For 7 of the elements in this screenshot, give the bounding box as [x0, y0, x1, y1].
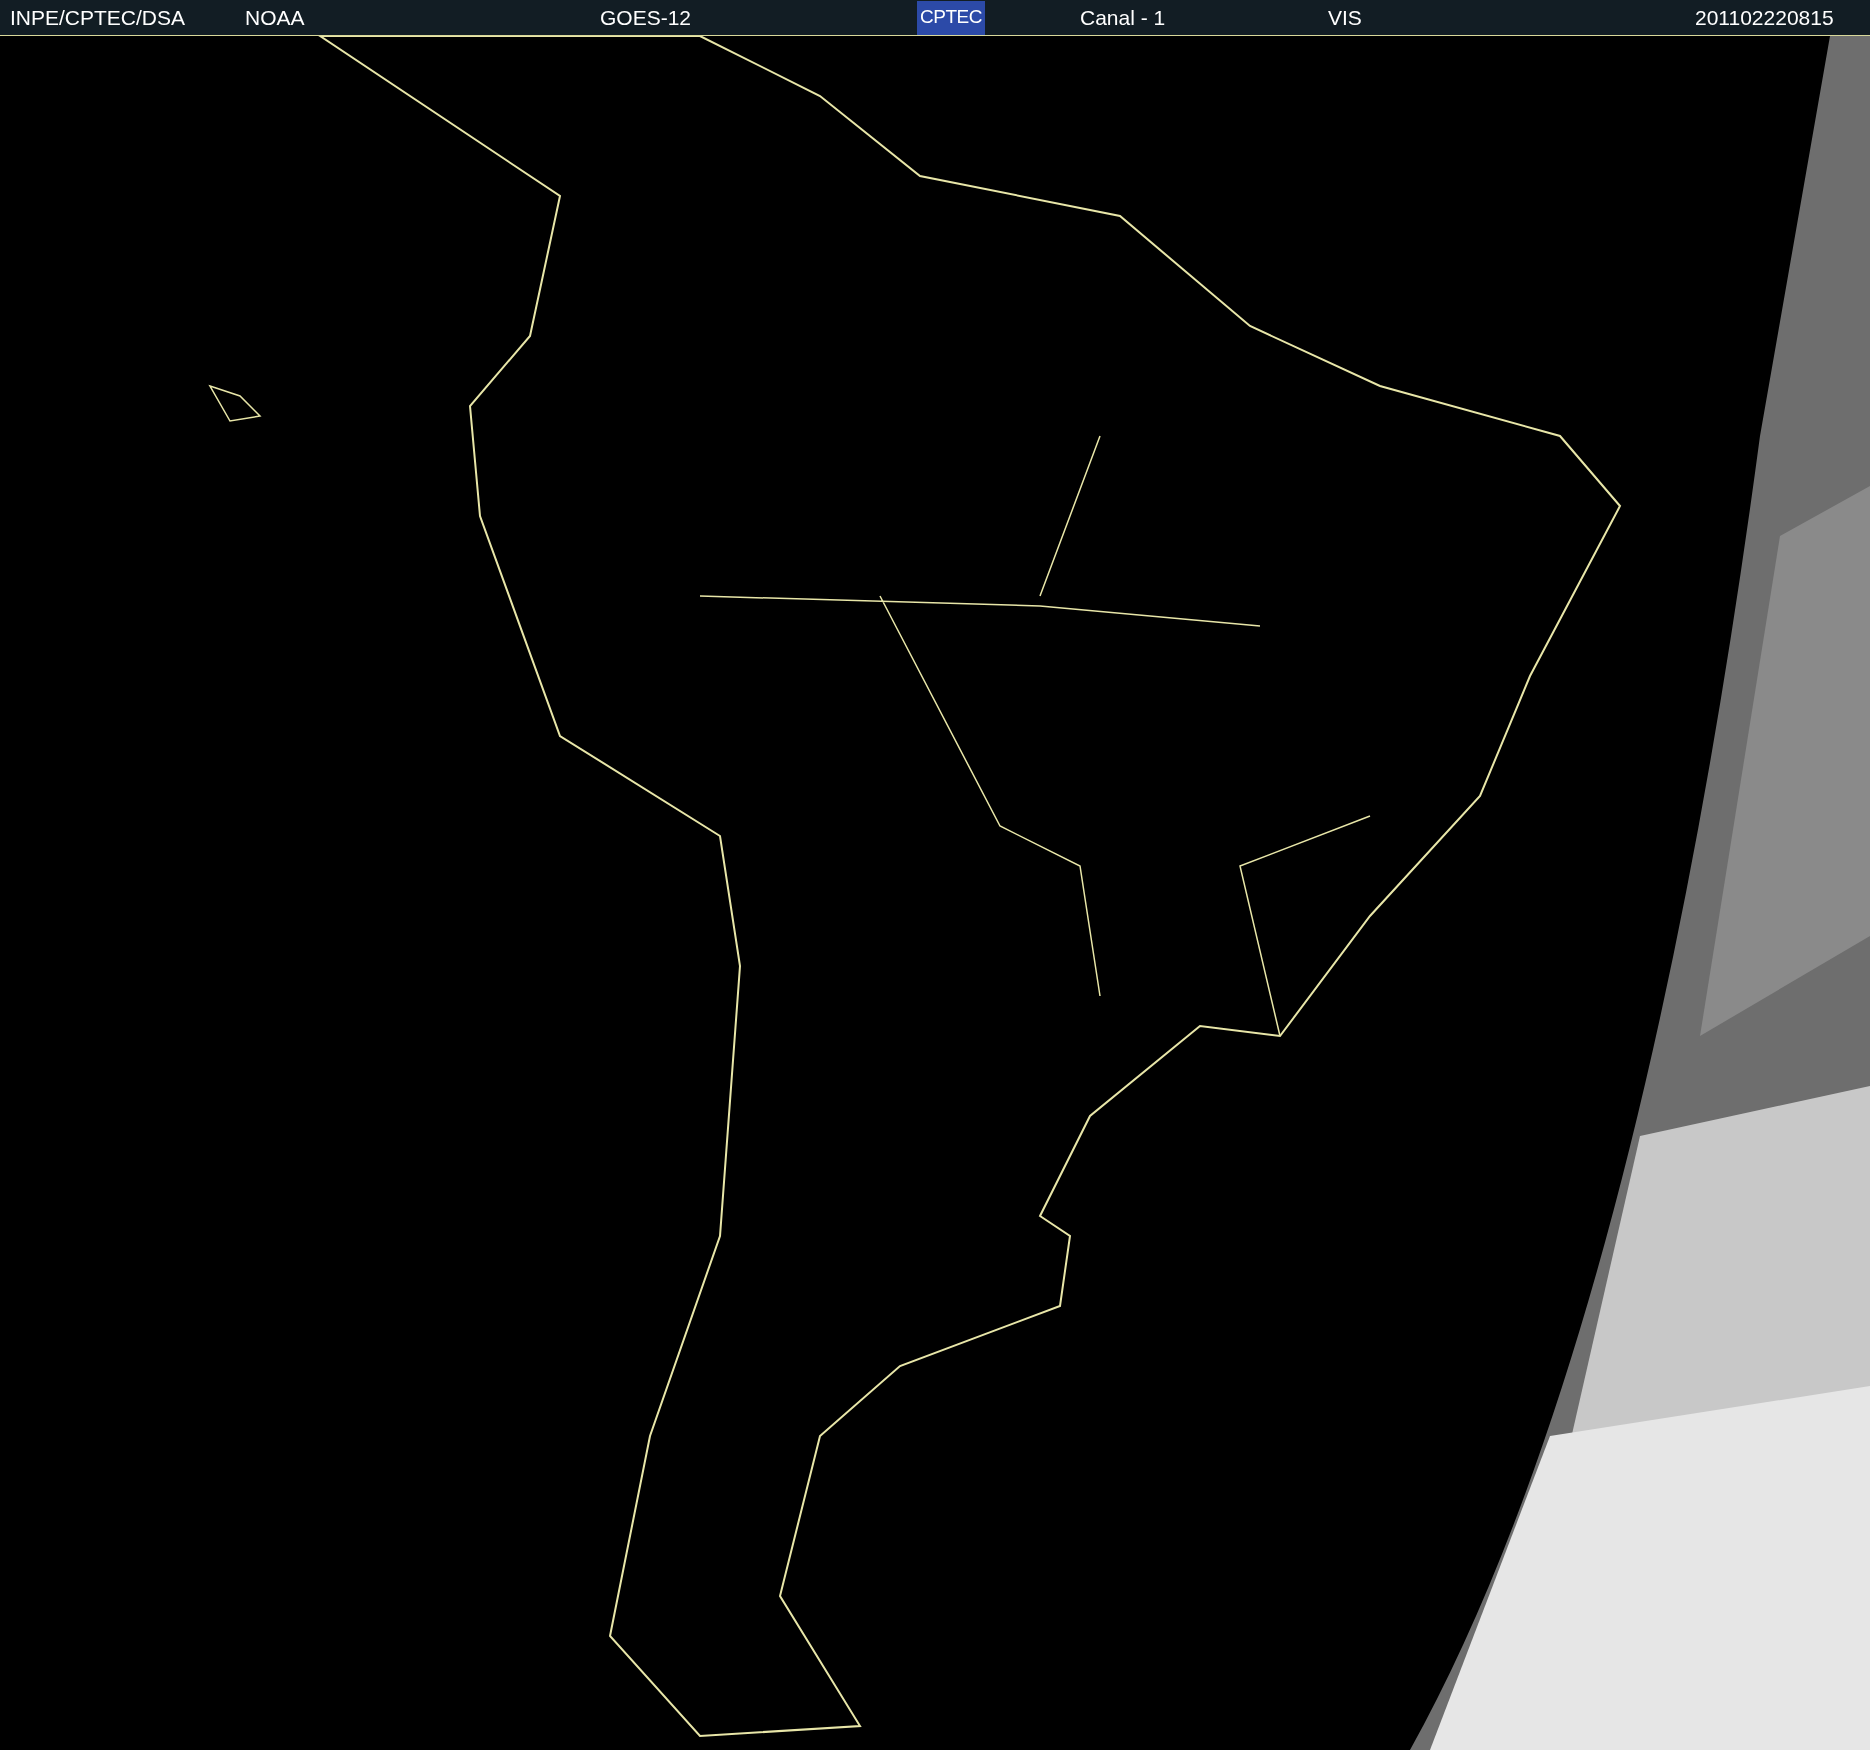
- timestamp-label: 201102220815: [1695, 4, 1834, 31]
- agency-label: NOAA: [245, 4, 306, 31]
- cptec-logo: CPTEC: [917, 0, 985, 35]
- source-label: INPE/CPTEC/DSA: [10, 4, 187, 31]
- band-label: VIS: [1328, 4, 1363, 31]
- satellite-label: GOES-12: [600, 4, 693, 31]
- channel-label: Canal - 1: [1080, 4, 1167, 31]
